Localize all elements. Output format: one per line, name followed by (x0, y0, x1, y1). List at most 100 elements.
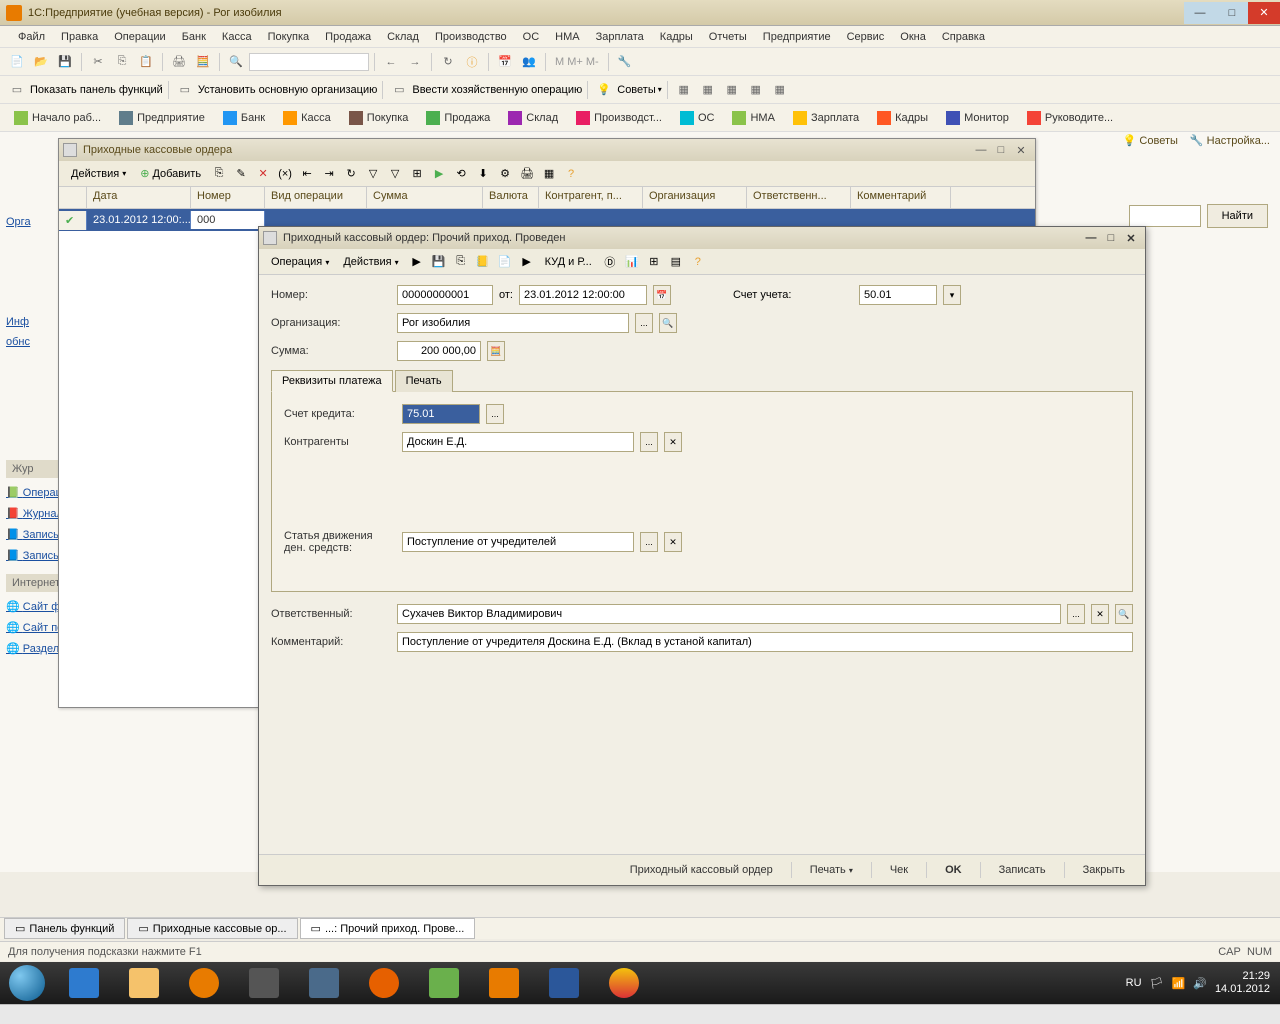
cashflow-input[interactable] (402, 532, 634, 552)
quick-search-input[interactable] (249, 53, 369, 71)
wrench-icon[interactable]: 🔧 (614, 51, 636, 73)
list-settings-icon[interactable]: ⚙ (495, 164, 515, 184)
grid3-icon[interactable]: ▦ (721, 79, 743, 101)
tab-start[interactable]: Начало раб... (6, 108, 109, 128)
grid5-icon[interactable]: ▦ (769, 79, 791, 101)
mdi-tab-doc[interactable]: ▭ ...: Прочий приход. Прове... (300, 918, 476, 939)
col-contragent[interactable]: Контрагент, п... (539, 187, 643, 208)
minimize-button[interactable]: — (1184, 2, 1216, 24)
tray-flag-icon[interactable]: 🏳 (1150, 977, 1164, 990)
list-edit-icon[interactable]: ✎ (231, 164, 251, 184)
list-help-icon[interactable]: ? (561, 164, 581, 184)
doc-actions-button[interactable]: Действия ▾ (337, 254, 404, 270)
list-copy-icon[interactable]: ⎘ (209, 164, 229, 184)
tab-purchase[interactable]: Покупка (341, 108, 417, 128)
list-grid-icon[interactable]: ▦ (539, 164, 559, 184)
panel-icon[interactable]: ▭ (6, 79, 28, 101)
foot-save-button[interactable]: Записать (989, 861, 1056, 879)
users-icon[interactable]: 👥 (518, 51, 540, 73)
org-search-button[interactable]: 🔍 (659, 313, 677, 333)
doc-basedon-icon[interactable]: 📄 (495, 252, 515, 272)
doc-minimize-button[interactable]: — (1081, 232, 1101, 244)
start-button[interactable] (0, 962, 54, 1004)
tips-icon[interactable]: 💡 (593, 79, 615, 101)
tips-link[interactable]: 💡 Советы (1123, 134, 1178, 147)
foot-close-button[interactable]: Закрыть (1073, 861, 1135, 879)
list-print-icon[interactable]: 🖨 (517, 164, 537, 184)
doc-close-button[interactable]: ✕ (1121, 232, 1141, 245)
paste-icon[interactable]: 📋 (135, 51, 157, 73)
sum-input[interactable] (397, 341, 481, 361)
save-icon[interactable]: 💾 (54, 51, 76, 73)
menu-bank[interactable]: Банк (174, 28, 214, 46)
doc-help-icon[interactable]: ? (688, 252, 708, 272)
tab-sale[interactable]: Продажа (418, 108, 498, 128)
num-input[interactable] (397, 285, 493, 305)
date-input[interactable] (519, 285, 647, 305)
tab-bank[interactable]: Банк (215, 108, 273, 128)
col-sum[interactable]: Сумма (367, 187, 483, 208)
enter-op-button[interactable]: Ввести хозяйственную операцию (412, 84, 582, 96)
list-unpost-icon[interactable]: ⟲ (451, 164, 471, 184)
tips-button[interactable]: Советы (617, 84, 655, 96)
doc-copy-icon[interactable]: ⎘ (451, 252, 471, 272)
help-icon[interactable]: ⓘ (461, 51, 483, 73)
contragent-input[interactable] (402, 432, 634, 452)
list-add-button[interactable]: ⊕Добавить (134, 165, 207, 182)
menu-production[interactable]: Производство (427, 28, 515, 46)
menu-salary[interactable]: Зарплата (588, 28, 652, 46)
refresh-icon[interactable]: ↻ (437, 51, 459, 73)
taskbar-app1[interactable] (235, 964, 293, 1002)
foot-ok-button[interactable]: OK (935, 861, 972, 879)
doc-kudir-button[interactable]: КУД и Р... (539, 254, 598, 270)
tab-hr[interactable]: Кадры (869, 108, 936, 128)
doc-struct-icon[interactable]: ▶ (517, 252, 537, 272)
enter-op-icon[interactable]: ▭ (388, 79, 410, 101)
open-icon[interactable]: 📂 (30, 51, 52, 73)
doc-journal-icon[interactable]: 📒 (473, 252, 493, 272)
list-post-icon[interactable]: ▶ (429, 164, 449, 184)
menu-windows[interactable]: Окна (892, 28, 934, 46)
list-mark-icon[interactable]: (×) (275, 164, 295, 184)
col-responsible[interactable]: Ответственн... (747, 187, 851, 208)
forward-icon[interactable]: → (404, 51, 426, 73)
tray-clock[interactable]: 21:29 14.01.2012 (1215, 970, 1270, 996)
taskbar-word[interactable] (535, 964, 593, 1002)
responsible-search-button[interactable]: 🔍 (1115, 604, 1133, 624)
tab-kassa[interactable]: Касса (275, 108, 339, 128)
credit-select-button[interactable]: ... (486, 404, 504, 424)
doc-post-icon[interactable]: ▶ (407, 252, 427, 272)
contragent-clear-button[interactable]: ✕ (664, 432, 682, 452)
list-filter2-icon[interactable]: ▽ (385, 164, 405, 184)
mdi-tab-panel[interactable]: ▭ Панель функций (4, 918, 125, 939)
taskbar-chrome[interactable] (595, 964, 653, 1002)
responsible-input[interactable] (397, 604, 1061, 624)
close-window-button[interactable]: ✕ (1248, 2, 1280, 24)
calendar-icon[interactable]: 📅 (494, 51, 516, 73)
copy-icon[interactable]: ⎘ (111, 51, 133, 73)
list-actions-button[interactable]: Действия▾ (65, 166, 132, 182)
tab-enterprise[interactable]: Предприятие (111, 108, 213, 128)
doc-list-icon[interactable]: ▤ (666, 252, 686, 272)
menu-purchase[interactable]: Покупка (260, 28, 318, 46)
tab-requisites[interactable]: Реквизиты платежа (271, 370, 393, 392)
contragent-select-button[interactable]: ... (640, 432, 658, 452)
settings-link[interactable]: 🔧 Настройка... (1190, 134, 1270, 147)
menu-enterprise[interactable]: Предприятие (755, 28, 839, 46)
list-close-button[interactable]: ✕ (1011, 144, 1031, 157)
menu-edit[interactable]: Правка (53, 28, 106, 46)
tray-lang[interactable]: RU (1126, 977, 1142, 989)
responsible-clear-button[interactable]: ✕ (1091, 604, 1109, 624)
calc-icon[interactable]: 🧮 (192, 51, 214, 73)
grid4-icon[interactable]: ▦ (745, 79, 767, 101)
menu-nma[interactable]: НМА (547, 28, 587, 46)
maximize-button[interactable]: □ (1216, 2, 1248, 24)
tab-nma[interactable]: НМА (724, 108, 782, 128)
doc-save-icon[interactable]: 💾 (429, 252, 449, 272)
cut-icon[interactable]: ✂ (87, 51, 109, 73)
col-marker[interactable] (59, 187, 87, 208)
menu-service[interactable]: Сервис (839, 28, 893, 46)
col-comment[interactable]: Комментарий (851, 187, 951, 208)
list-tree-icon[interactable]: ⊞ (407, 164, 427, 184)
tray-network-icon[interactable]: 📶 (1172, 977, 1186, 990)
